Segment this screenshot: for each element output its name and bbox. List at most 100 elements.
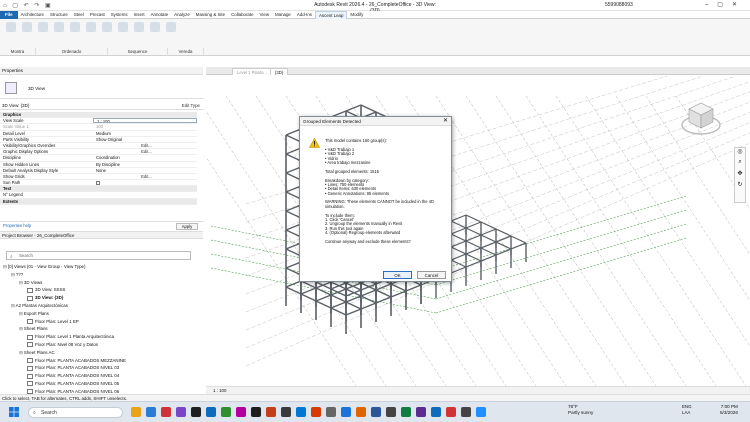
taskbar-app-icon[interactable] (161, 407, 171, 417)
browser-tree-item[interactable]: Floor Plan: Level 1 Planta Arquitectónic… (0, 333, 198, 341)
property-edit-button[interactable]: Edit... (93, 149, 197, 154)
tool-icon[interactable] (70, 22, 80, 32)
tool-icon[interactable] (134, 22, 144, 32)
browser-tree-item[interactable]: ⊟ ??? (0, 271, 198, 279)
weather-widget[interactable]: 78°F Partly sunny (568, 404, 593, 416)
quick-access-toolbar[interactable]: ⌂ ▢ ↶ ↷ ▣ (3, 2, 53, 9)
taskbar-app-icon[interactable] (176, 407, 186, 417)
type-selector[interactable]: 3D View (0, 77, 203, 99)
windows-start-icon[interactable] (9, 407, 19, 417)
taskbar-app-icon[interactable] (131, 407, 141, 417)
orbit-icon[interactable]: ↻ (735, 181, 745, 192)
browser-search-input[interactable]: ⌕ Search (6, 251, 191, 260)
taskbar-app-icon[interactable] (236, 407, 246, 417)
tool-icon[interactable] (166, 22, 176, 32)
language-indicator[interactable]: ENG LAA (682, 404, 692, 416)
property-value[interactable]: 1 : 100 (93, 118, 197, 124)
tool-icon[interactable] (6, 22, 16, 32)
filter-icon[interactable] (22, 22, 32, 32)
taskbar-app-icon[interactable] (341, 407, 351, 417)
taskbar-app-icon[interactable] (356, 407, 366, 417)
view-tab-active[interactable]: {3D} (270, 68, 289, 75)
tool-icon[interactable] (54, 22, 64, 32)
taskbar-app-icon[interactable] (281, 407, 291, 417)
ribbon-tab[interactable]: Systems (108, 11, 131, 19)
property-value[interactable]: None (93, 168, 197, 173)
taskbar-app-icon[interactable] (401, 407, 411, 417)
taskbar-app-icon[interactable] (191, 407, 201, 417)
taskbar-app-icon[interactable] (296, 407, 306, 417)
property-value[interactable]: Medium (93, 131, 197, 136)
ribbon-tab[interactable]: Modify (347, 11, 366, 19)
browser-tree-item[interactable]: 3D View: {3D} (0, 294, 198, 302)
taskbar-app-icon[interactable] (386, 407, 396, 417)
ribbon-tab[interactable]: Massing & Site (193, 11, 228, 19)
apply-button[interactable]: Apply (176, 223, 198, 230)
browser-tree-item[interactable]: Floor Plan: PLANTA ACABADOS MEZZANINE (0, 357, 198, 365)
browser-tree-item[interactable]: Floor Plan: Nivel 08 Voz y Datos (0, 341, 198, 349)
view-scale[interactable]: 1 : 100 (206, 388, 226, 393)
sun-path-checkbox[interactable] (96, 181, 100, 186)
property-value[interactable]: By Discipline (93, 162, 197, 167)
taskbar-app-icon[interactable] (251, 407, 261, 417)
taskbar-app-icon[interactable] (221, 407, 231, 417)
property-value[interactable]: Coordination (93, 155, 197, 160)
ribbon-tab[interactable]: View (257, 11, 272, 19)
taskbar-app-icon[interactable] (371, 407, 381, 417)
ribbon-tab[interactable]: Manage (272, 11, 294, 19)
taskbar-app-icon[interactable] (461, 407, 471, 417)
ribbon-tab[interactable]: Ascent Leap (315, 10, 348, 19)
steering-wheel-icon[interactable]: ◎ (735, 148, 745, 159)
view-tab[interactable]: Level 1 Planta ... (232, 68, 274, 75)
ribbon-tab[interactable]: Add-Ins (294, 11, 315, 19)
ribbon-tab[interactable]: Precast (87, 11, 108, 19)
browser-tree-item[interactable]: ⊟ Sheet Plans AC (0, 349, 198, 357)
view-cube[interactable] (680, 97, 722, 139)
edit-type-button[interactable]: Edit Type (182, 102, 200, 110)
property-edit-button[interactable]: Edit... (93, 174, 197, 179)
properties-help-link[interactable]: Properties help (3, 223, 31, 228)
ribbon-tab[interactable]: Steel (71, 11, 87, 19)
ribbon-tab[interactable]: Annotate (148, 11, 172, 19)
property-value[interactable] (93, 180, 197, 186)
taskbar-app-icon[interactable] (431, 407, 441, 417)
ribbon-tab[interactable]: Structure (47, 11, 71, 19)
ribbon-tab[interactable]: Insert (131, 11, 148, 19)
browser-tree-item[interactable]: Floor Plan: PLANTA ACABADOS NIVEL 03 (0, 364, 198, 372)
taskbar-app-icon[interactable] (326, 407, 336, 417)
browser-tree-item[interactable]: ⊟ Export Plans (0, 310, 198, 318)
taskbar-app-icon[interactable] (311, 407, 321, 417)
pan-icon[interactable]: ✥ (735, 170, 745, 181)
ribbon-tab[interactable]: Architecture (18, 11, 47, 19)
browser-tree-item[interactable]: ⊟ 3D Views (0, 279, 198, 287)
taskbar-app-icon[interactable] (266, 407, 276, 417)
window-controls[interactable]: –▢✕ (705, 1, 746, 8)
browser-tree-item[interactable]: Floor Plan: PLANTA ACABADOS NIVEL 04 (0, 372, 198, 380)
browser-tree-item[interactable]: Floor Plan: Level 1 EP (0, 318, 198, 326)
user-account[interactable]: 5599088093 (605, 2, 633, 8)
taskbar-app-icon[interactable] (446, 407, 456, 417)
taskbar-app-icon[interactable] (206, 407, 216, 417)
property-value[interactable]: Show Original (93, 137, 197, 142)
taskbar-app-icon[interactable] (476, 407, 486, 417)
ribbon-tab[interactable]: Collaborate (228, 11, 256, 19)
ok-button[interactable]: OK (383, 271, 412, 279)
taskbar-search[interactable]: ⌕ Search (28, 407, 123, 418)
close-icon[interactable]: ✕ (443, 117, 448, 126)
instance-selector[interactable]: 3D View: {3D} Edit Type (0, 102, 203, 110)
tool-icon[interactable] (150, 22, 160, 32)
3d-viewport[interactable] (206, 76, 750, 386)
property-value[interactable] (93, 192, 197, 197)
system-clock[interactable]: 7:00 PM 5/3/2026 (720, 404, 738, 416)
browser-tree-item[interactable]: Floor Plan: PLANTA ACABADOS NIVEL 05 (0, 380, 198, 388)
taskbar-app-icon[interactable] (416, 407, 426, 417)
download-icon[interactable] (86, 22, 96, 32)
browser-tree-item[interactable]: ⊟ Sheet Plans (0, 325, 198, 333)
browser-tree-item[interactable]: ⊟ A2 Plantas Arquitectónicas (0, 302, 198, 310)
cancel-button[interactable]: Cancel (417, 271, 446, 279)
browser-tree-item[interactable]: ⊟ [0] Views (01 - View Group - View Type… (0, 263, 198, 271)
taskbar-app-icon[interactable] (146, 407, 156, 417)
tool-icon[interactable] (118, 22, 128, 32)
navigation-bar[interactable]: ◎ ⌕ ✥ ↻ (734, 147, 746, 203)
property-value[interactable]: 100 (93, 124, 197, 129)
